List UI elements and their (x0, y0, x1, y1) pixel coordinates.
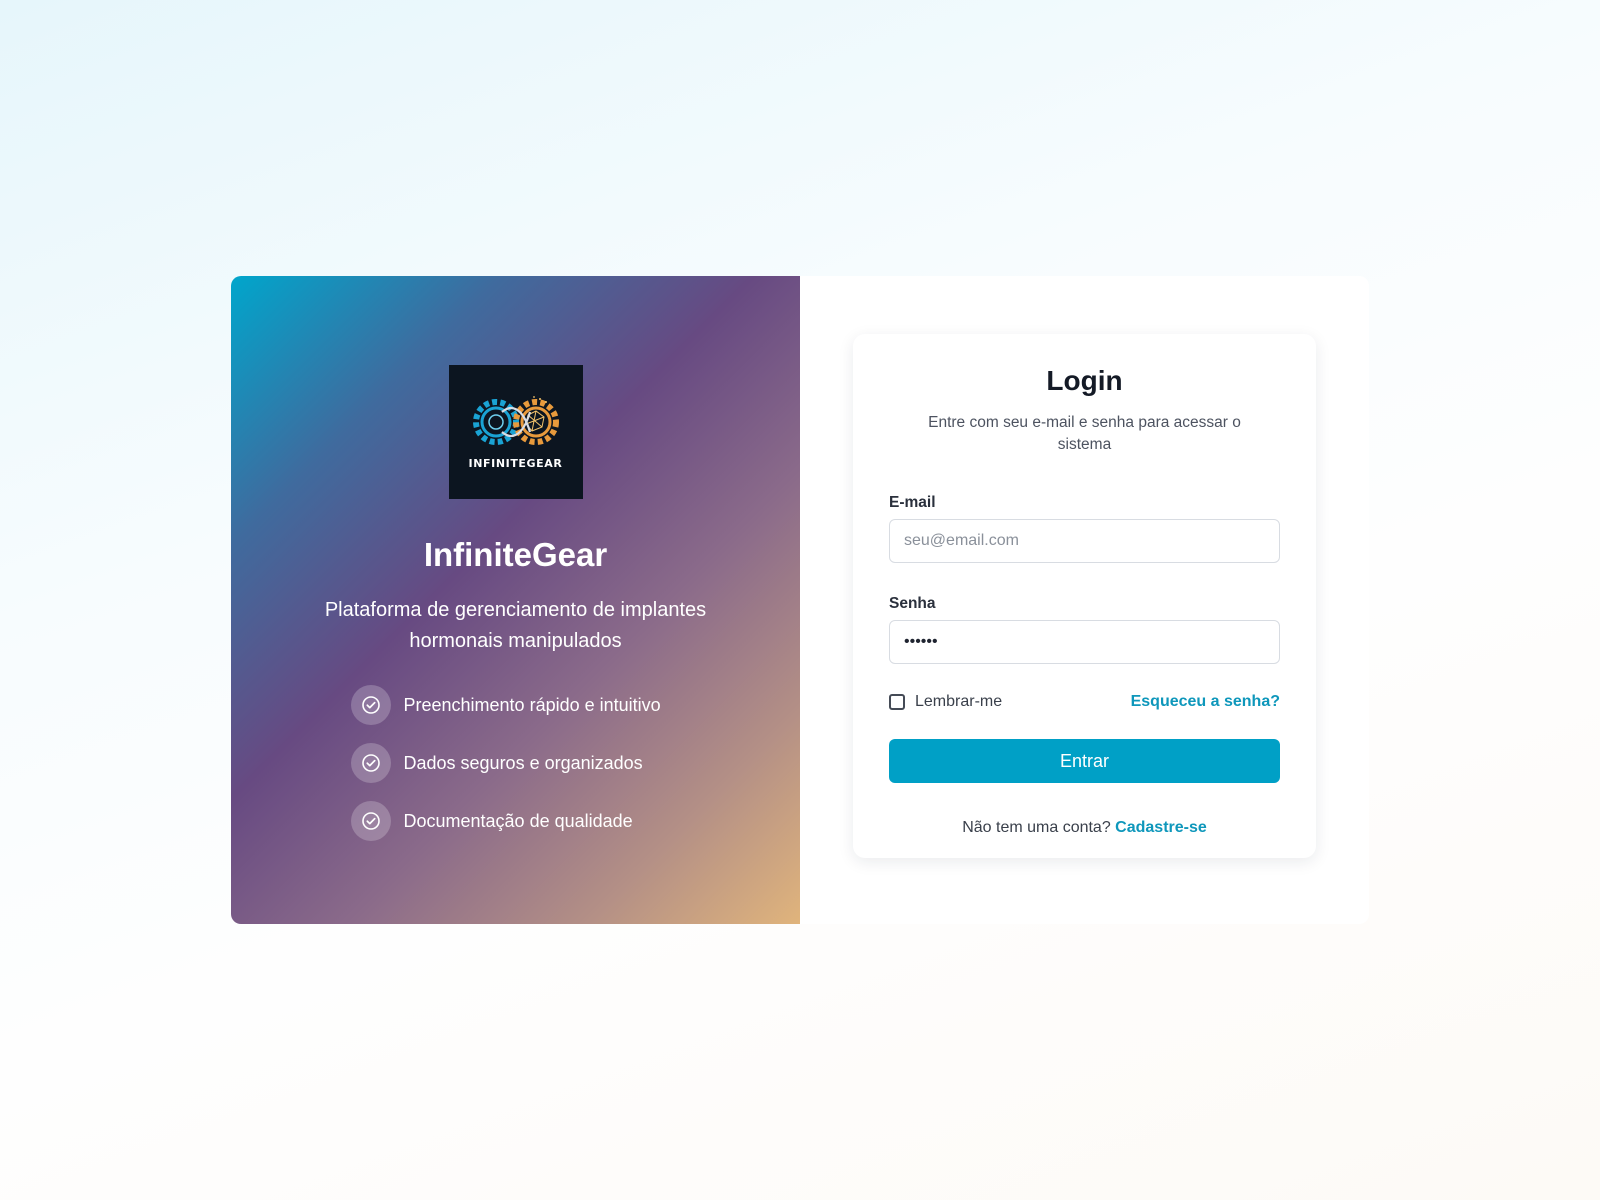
login-form: Login Entre com seu e-mail e senha para … (853, 334, 1316, 858)
password-input[interactable] (889, 620, 1280, 664)
feature-item: Documentação de qualidade (350, 801, 681, 841)
infinite-gear-logo-icon (472, 396, 559, 445)
remember-me-label[interactable]: Lembrar-me (915, 693, 1002, 711)
feature-label: Dados seguros e organizados (403, 752, 643, 773)
login-card: INFINITEGEAR InfiniteGear Plataforma de … (231, 276, 1369, 924)
check-circle-icon (350, 801, 391, 841)
brand-panel: INFINITEGEAR InfiniteGear Plataforma de … (231, 276, 800, 924)
login-title: Login (1046, 365, 1123, 396)
remember-me-checkbox[interactable] (889, 694, 905, 710)
feature-item: Preenchimento rápido e intuitivo (350, 685, 681, 725)
signup-row: Não tem uma conta? Cadastre-se (889, 819, 1280, 837)
email-label: E-mail (889, 494, 936, 511)
check-circle-icon (350, 743, 391, 783)
login-subtitle: Entre com seu e-mail e senha para acessa… (928, 414, 1241, 453)
signup-prompt: Não tem uma conta? (962, 819, 1116, 836)
check-circle-icon (350, 685, 391, 725)
brand-tagline: Plataforma de gerenciamento de implantes… (324, 599, 707, 652)
form-area: Login Entre com seu e-mail e senha para … (800, 276, 1369, 924)
signup-link[interactable]: Cadastre-se (1115, 819, 1207, 836)
logo-wordmark: INFINITEGEAR (468, 457, 563, 470)
form-options-row: Lembrar-me Esqueceu a senha? (889, 691, 1280, 713)
feature-label: Preenchimento rápido e intuitivo (403, 694, 661, 715)
feature-list: Preenchimento rápido e intuitivo Dados s… (350, 685, 681, 859)
forgot-password-link[interactable]: Esqueceu a senha? (1131, 693, 1280, 711)
feature-item: Dados seguros e organizados (350, 743, 681, 783)
remember-me-toggle[interactable]: Lembrar-me (889, 693, 1002, 711)
feature-label: Documentação de qualidade (403, 810, 633, 831)
login-button[interactable]: Entrar (889, 739, 1280, 783)
logo: INFINITEGEAR (448, 365, 583, 499)
email-input[interactable] (889, 519, 1280, 563)
password-label: Senha (889, 595, 936, 612)
brand-name: InfiniteGear (423, 536, 608, 573)
